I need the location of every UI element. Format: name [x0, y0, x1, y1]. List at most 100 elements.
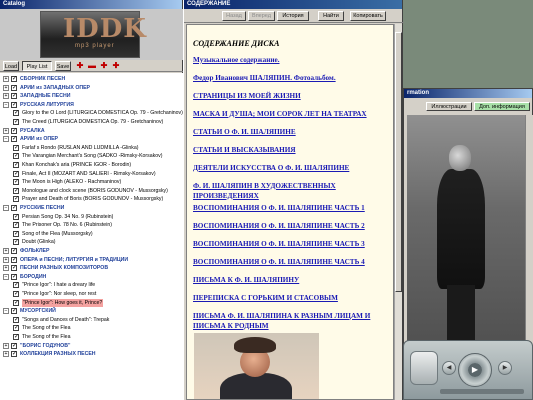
- content-title: СОДЕРЖАНИЕ: [184, 0, 402, 9]
- tab-illustrations[interactable]: Иллюстрации: [426, 102, 472, 111]
- next-button[interactable]: ▶: [498, 361, 512, 375]
- toc-link[interactable]: ДЕЯТЕЛИ ИСКУССТВА О Ф. И. ШАЛЯПИНЕ: [193, 163, 393, 173]
- play-list-tab[interactable]: Play List: [22, 61, 52, 71]
- tree-label: "Prince Igor": Nor sleep, nor rest: [22, 291, 97, 297]
- checkbox[interactable]: ✓: [11, 273, 17, 280]
- expand-icon[interactable]: +: [3, 351, 9, 358]
- toc-link[interactable]: МАСКА И ДУША; МОИ СОРОК ЛЕТ НА ТЕАТРАХ: [193, 109, 393, 119]
- expand-icon[interactable]: +: [3, 342, 9, 349]
- tree-label: Finale, Act II (MOZART AND SALIERI - Rim…: [22, 170, 156, 177]
- checkbox[interactable]: ✓: [13, 153, 19, 160]
- toc-link[interactable]: ПИСЬМА Ф. И. ШАЛЯПИНА К РАЗНЫМ ЛИЦАМ И П…: [193, 311, 393, 331]
- info-scrollbar[interactable]: [525, 115, 533, 349]
- expand-icon[interactable]: +: [3, 248, 9, 254]
- toc-link[interactable]: Ф. И. ШАЛЯПИН В ХУДОЖЕСТВЕННЫХ ПРОИЗВЕДЕ…: [193, 181, 393, 201]
- move-down-icon[interactable]: ✚: [112, 62, 120, 70]
- checkbox[interactable]: ✓: [13, 334, 19, 340]
- checkbox[interactable]: ✓: [13, 282, 19, 289]
- expand-icon[interactable]: +: [3, 265, 9, 272]
- checkbox[interactable]: ✓: [13, 196, 19, 203]
- checkbox[interactable]: ✓: [13, 222, 19, 229]
- expand-icon[interactable]: +: [3, 84, 9, 91]
- content-document: СОДЕРЖАНИЕ ДИСКА Музыкальное содержание.…: [186, 24, 394, 400]
- toc-link[interactable]: ПИСЬМА К Ф. И. ШАЛЯПИНУ: [193, 275, 393, 285]
- tab-extra-info[interactable]: Доп. информация: [474, 102, 530, 111]
- collapse-icon[interactable]: −: [3, 101, 9, 108]
- save-button[interactable]: Save: [55, 61, 71, 71]
- checkbox[interactable]: ✓: [13, 299, 19, 306]
- checkbox[interactable]: ✓: [13, 187, 19, 194]
- tree-label: РУССКАЯ ЛИТУРГИЯ: [20, 101, 74, 108]
- back-button[interactable]: Назад: [222, 11, 246, 21]
- information-window: rmation Иллюстрации Доп. информация: [403, 88, 533, 349]
- prev-button[interactable]: ◀: [442, 361, 456, 375]
- player-progress-bar[interactable]: [440, 389, 524, 394]
- checkbox[interactable]: ✓: [13, 170, 19, 177]
- checkbox[interactable]: ✓: [13, 144, 19, 151]
- checkbox[interactable]: ✓: [11, 265, 17, 272]
- toc-link[interactable]: ВОСПОМИНАНИЯ О Ф. И. ШАЛЯПИНЕ ЧАСТЬ 1: [193, 203, 393, 213]
- checkbox[interactable]: ✓: [13, 239, 19, 246]
- checkbox[interactable]: ✓: [11, 351, 17, 358]
- checkbox[interactable]: ✓: [11, 84, 17, 91]
- chaliapin-photo: [407, 115, 525, 349]
- checkbox[interactable]: ✓: [11, 308, 17, 315]
- checkbox[interactable]: ✓: [11, 256, 17, 263]
- scroll-thumb[interactable]: [395, 32, 402, 292]
- toc-link[interactable]: СТАТЬИ О Ф. И. ШАЛЯПИНЕ: [193, 127, 393, 137]
- checkbox[interactable]: ✓: [11, 205, 17, 211]
- checkbox[interactable]: ✓: [13, 119, 19, 125]
- toc-link[interactable]: ВОСПОМИНАНИЯ О Ф. И. ШАЛЯПИНЕ ЧАСТЬ 2: [193, 221, 393, 231]
- checkbox[interactable]: ✓: [13, 213, 19, 220]
- checkbox[interactable]: ✓: [11, 127, 17, 134]
- checkbox[interactable]: ✓: [11, 342, 17, 349]
- checkbox[interactable]: ✓: [13, 179, 19, 186]
- history-button[interactable]: История: [277, 11, 309, 21]
- checkbox[interactable]: ✓: [13, 291, 19, 297]
- remove-icon[interactable]: ▬: [88, 62, 96, 70]
- content-window: СОДЕРЖАНИЕ Назад Вперед История Найти Ко…: [183, 0, 404, 400]
- tree-label: Persian Song Op. 34 No. 9 (Rubinstein): [22, 213, 114, 220]
- checkbox[interactable]: ✓: [11, 101, 17, 108]
- toc-link[interactable]: ВОСПОМИНАНИЯ О Ф. И. ШАЛЯПИНЕ ЧАСТЬ 3: [193, 239, 393, 249]
- toc-link[interactable]: СТРАНИЦЫ ИЗ МОЕЙ ЖИЗНИ: [193, 91, 393, 101]
- play-button[interactable]: ▶: [468, 363, 482, 377]
- checkbox[interactable]: ✓: [13, 316, 19, 323]
- collapse-icon[interactable]: −: [3, 205, 9, 211]
- toc-link[interactable]: Музыкальное содержание.: [193, 55, 393, 65]
- move-up-icon[interactable]: ✚: [100, 62, 108, 70]
- checkbox[interactable]: ✓: [11, 248, 17, 254]
- playlist-tree[interactable]: + ✓ СБОРНИК ПЕСЕН + ✓ АРИИ из ЗАПАДНЫХ ОПЕР + ✓…: [0, 73, 183, 400]
- tree-label: Glory to the O Lord (LITURGICA DOMESTICA…: [22, 110, 183, 117]
- toc-link[interactable]: ВОСПОМИНАНИЯ О Ф. И. ШАЛЯПИНЕ ЧАСТЬ 4: [193, 257, 393, 267]
- collapse-icon[interactable]: −: [3, 273, 9, 280]
- add-icon[interactable]: ✚: [76, 62, 84, 70]
- collapse-icon[interactable]: −: [3, 308, 9, 315]
- expand-icon[interactable]: +: [3, 93, 9, 100]
- copy-button[interactable]: Копировать: [350, 11, 386, 21]
- expand-icon[interactable]: +: [3, 256, 9, 263]
- forward-button[interactable]: Вперед: [248, 11, 275, 21]
- checkbox[interactable]: ✓: [11, 93, 17, 100]
- checkbox[interactable]: ✓: [13, 162, 19, 168]
- portrait-image: [194, 333, 319, 399]
- tree-label: "Prince Igor": How goes it, Prince?: [22, 298, 104, 307]
- toc-link[interactable]: СТАТЬИ И ВЫСКАЗЫВАНИЯ: [193, 145, 393, 155]
- toc-link[interactable]: ПЕРЕПИСКА С ГОРЬКИМ И СТАСОВЫМ: [193, 293, 393, 303]
- expand-icon[interactable]: +: [3, 127, 9, 134]
- find-button[interactable]: Найти: [318, 11, 344, 21]
- collapse-icon[interactable]: −: [3, 136, 9, 143]
- content-scrollbar[interactable]: [394, 24, 402, 400]
- checkbox[interactable]: ✓: [13, 110, 19, 117]
- expand-icon[interactable]: +: [3, 76, 9, 82]
- toc-link[interactable]: Федор Иванович ШАЛЯПИН. Фотоальбом.: [193, 73, 393, 83]
- checkbox[interactable]: ✓: [11, 76, 17, 82]
- checkbox[interactable]: ✓: [13, 325, 19, 332]
- tree-label: ЗАПАДНЫЕ ПЕСНИ: [20, 93, 71, 100]
- checkbox[interactable]: ✓: [11, 136, 17, 143]
- load-button[interactable]: Load: [3, 61, 19, 71]
- tree-label: КОЛЛЕКЦИЯ РАЗНЫХ ПЕСЕН: [20, 351, 96, 358]
- checkbox[interactable]: ✓: [13, 230, 19, 237]
- tree-label: Doubt (Glinka): [22, 239, 56, 246]
- catalog-title: Catalog: [0, 0, 182, 9]
